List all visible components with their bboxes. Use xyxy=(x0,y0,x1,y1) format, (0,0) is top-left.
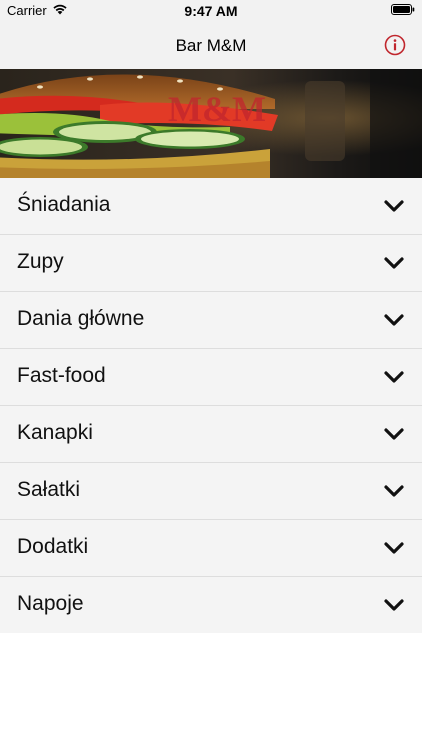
status-bar: Carrier 9:47 AM xyxy=(0,0,422,21)
category-label: Fast-food xyxy=(17,364,106,387)
category-label: Zupy xyxy=(17,250,64,273)
info-icon[interactable] xyxy=(384,34,406,56)
chevron-down-icon xyxy=(384,257,404,269)
category-row-salatki[interactable]: Sałatki xyxy=(0,463,422,520)
category-row-fast-food[interactable]: Fast-food xyxy=(0,349,422,406)
chevron-down-icon xyxy=(384,485,404,497)
battery-icon xyxy=(391,4,415,15)
category-label: Napoje xyxy=(17,592,84,615)
clock: 9:47 AM xyxy=(184,3,238,19)
chevron-down-icon xyxy=(384,200,404,212)
category-row-napoje[interactable]: Napoje xyxy=(0,577,422,633)
chevron-down-icon xyxy=(384,371,404,383)
chevron-down-icon xyxy=(384,314,404,326)
navigation-bar: Bar M&M xyxy=(0,21,422,69)
category-label: Sałatki xyxy=(17,478,81,501)
header-banner-image: M&M xyxy=(0,69,422,178)
category-label: Dania główne xyxy=(17,307,145,330)
category-list: Śniadania Zupy Dania główne Fast-food Ka… xyxy=(0,178,422,633)
banner-logo: M&M xyxy=(168,89,266,129)
category-row-sniadania[interactable]: Śniadania xyxy=(0,178,422,235)
chevron-down-icon xyxy=(384,542,404,554)
category-label: Kanapki xyxy=(17,421,93,444)
page-title: Bar M&M xyxy=(175,36,247,55)
category-row-dania-glowne[interactable]: Dania główne xyxy=(0,292,422,349)
category-row-kanapki[interactable]: Kanapki xyxy=(0,406,422,463)
chevron-down-icon xyxy=(384,599,404,611)
category-label: Śniadania xyxy=(17,193,111,216)
category-row-zupy[interactable]: Zupy xyxy=(0,235,422,292)
category-row-dodatki[interactable]: Dodatki xyxy=(0,520,422,577)
category-label: Dodatki xyxy=(17,535,89,558)
chevron-down-icon xyxy=(384,428,404,440)
